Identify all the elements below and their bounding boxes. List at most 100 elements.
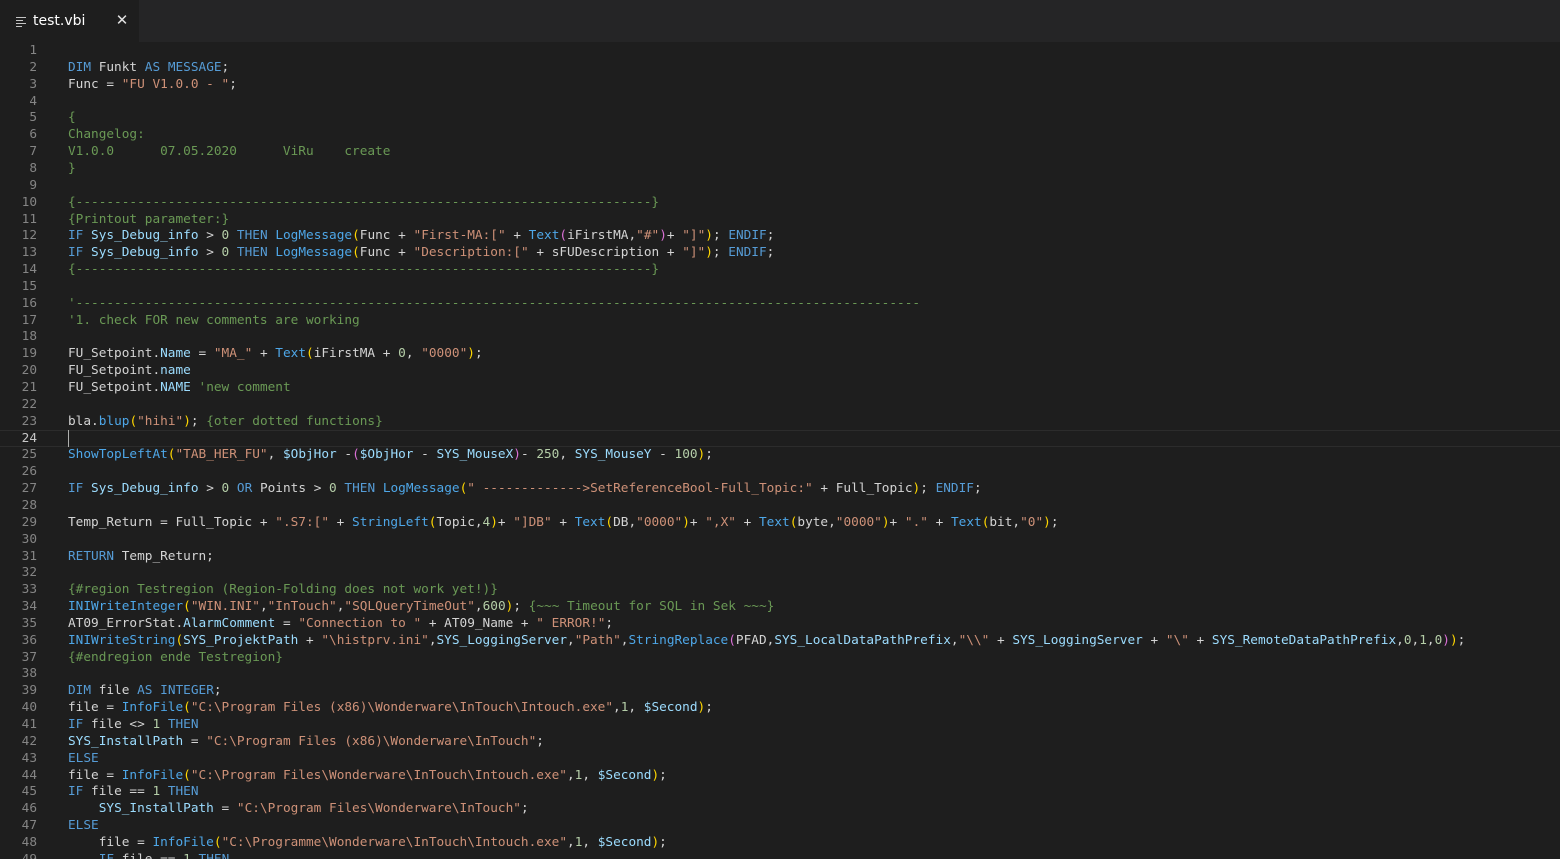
- line-number: 43: [21, 750, 37, 766]
- code-line[interactable]: 46 SYS_InstallPath = "C:\Program Files\W…: [0, 800, 1560, 817]
- code-line[interactable]: 9: [0, 177, 1560, 194]
- line-code: INIWriteInteger("WIN.INI","InTouch","SQL…: [68, 598, 774, 615]
- line-code: ShowTopLeftAt("TAB_HER_FU", $ObjHor -($O…: [68, 446, 713, 463]
- code-line[interactable]: 22: [0, 396, 1560, 413]
- code-token: bla.: [68, 413, 99, 429]
- code-token: ;: [229, 76, 237, 92]
- code-line[interactable]: 31 RETURN Temp_Return;: [0, 548, 1560, 565]
- code-token: ;: [712, 245, 729, 261]
- code-line[interactable]: 4: [0, 93, 1560, 110]
- line-code: }: [68, 160, 76, 177]
- code-token: file =: [68, 700, 122, 716]
- code-token: IF: [68, 228, 84, 244]
- code-token: ENDIF: [728, 245, 767, 261]
- line-number: 15: [21, 278, 37, 294]
- code-line[interactable]: 11 {Printout parameter:}: [0, 211, 1560, 228]
- code-token: SYS_ProjektPath: [183, 632, 299, 648]
- code-token: ;: [973, 481, 982, 497]
- code-line[interactable]: 43 ELSE: [0, 750, 1560, 767]
- code-line[interactable]: 33 {#region Testregion (Region-Folding do…: [0, 581, 1560, 598]
- code-token: "0000": [835, 514, 882, 530]
- code-line[interactable]: 13 IF Sys_Debug_info > 0 THEN LogMessage(…: [0, 244, 1560, 261]
- editor-tab[interactable]: test.vbi ✕: [0, 0, 139, 42]
- code-token: ,: [1426, 632, 1435, 648]
- code-line[interactable]: 10 {-------------------------------------…: [0, 194, 1560, 211]
- line-number: 37: [21, 649, 37, 665]
- code-line[interactable]: 2 DIM Funkt AS MESSAGE;: [0, 59, 1560, 76]
- code-token: ;: [705, 700, 713, 716]
- code-line[interactable]: 3 Func = "FU V1.0.0 - ";: [0, 76, 1560, 93]
- code-line[interactable]: 16 '-------------------------------------…: [0, 295, 1560, 312]
- code-token: -: [336, 447, 353, 463]
- code-line[interactable]: 23 bla.blup("hihi"); {oter dotted functio…: [0, 413, 1560, 430]
- code-line[interactable]: 24: [0, 429, 1560, 447]
- code-line[interactable]: 29 Temp_Return = Full_Topic + ".S7:[" + S…: [0, 514, 1560, 531]
- code-token: "FU V1.0.0 - ": [121, 76, 230, 92]
- code-line[interactable]: 12 IF Sys_Debug_info > 0 THEN LogMessage(…: [0, 227, 1560, 244]
- code-line[interactable]: 35 AT09_ErrorStat.AlarmComment = "Connect…: [0, 615, 1560, 632]
- code-line[interactable]: 1: [0, 42, 1560, 59]
- code-token: {#region Testregion (Region-Folding does…: [68, 582, 498, 598]
- line-code: SYS_InstallPath = "C:\Program Files\Wond…: [68, 800, 529, 817]
- code-line[interactable]: 15: [0, 278, 1560, 295]
- code-token: SYS_LoggingServer: [436, 632, 568, 648]
- code-line[interactable]: 47 ELSE: [0, 817, 1560, 834]
- code-token: IF: [68, 481, 84, 497]
- code-token: THEN: [236, 245, 268, 261]
- code-line[interactable]: 34 INIWriteInteger("WIN.INI","InTouch","S…: [0, 598, 1560, 615]
- code-token: 0: [1403, 632, 1412, 648]
- code-line[interactable]: 7 V1.0.0 07.05.2020 ViRu create: [0, 143, 1560, 160]
- code-line[interactable]: 32: [0, 564, 1560, 581]
- code-line[interactable]: 48 file = InfoFile("C:\Programme\Wonderw…: [0, 834, 1560, 851]
- code-token: AT09_ErrorStat.: [68, 615, 184, 631]
- line-code: DIM Funkt AS MESSAGE;: [68, 59, 229, 76]
- code-line[interactable]: 38: [0, 665, 1560, 682]
- code-line[interactable]: 49 IF file == 1 THEN: [0, 851, 1560, 859]
- line-code: RETURN Temp_Return;: [68, 548, 214, 565]
- code-line[interactable]: 44 file = InfoFile("C:\Program Files\Wond…: [0, 767, 1560, 784]
- code-line[interactable]: 27 IF Sys_Debug_info > 0 OR Points > 0 TH…: [0, 480, 1560, 497]
- code-line[interactable]: 25 ShowTopLeftAt("TAB_HER_FU", $ObjHor -(…: [0, 446, 1560, 463]
- line-code: IF Sys_Debug_info > 0 THEN LogMessage(Fu…: [68, 227, 774, 244]
- code-line[interactable]: 14 {-------------------------------------…: [0, 261, 1560, 278]
- line-code: IF file == 1 THEN: [68, 783, 199, 800]
- code-line[interactable]: 18: [0, 328, 1560, 345]
- code-token: '1. check FOR new comments are working: [68, 312, 360, 328]
- code-token: INTEGER: [160, 683, 214, 699]
- line-number: 26: [21, 464, 37, 480]
- code-token: NAME: [160, 380, 191, 395]
- code-line[interactable]: 28: [0, 497, 1560, 514]
- code-token: ",X": [705, 514, 736, 530]
- code-token: iFirstMA +: [313, 346, 399, 362]
- code-line[interactable]: 17 '1. check FOR new comments are working: [0, 312, 1560, 329]
- code-line[interactable]: 8}: [0, 160, 1560, 177]
- code-line[interactable]: 19 FU_Setpoint.Name = "MA_" + Text(iFirst…: [0, 345, 1560, 362]
- code-token: INIWriteString: [68, 632, 176, 648]
- code-line[interactable]: 39 DIM file AS INTEGER;: [0, 682, 1560, 699]
- code-token: Text: [759, 514, 790, 530]
- code-token: LogMessage: [275, 245, 353, 261]
- code-line[interactable]: 5{: [0, 109, 1560, 126]
- code-token: ;: [1457, 632, 1466, 648]
- code-line[interactable]: 20 FU_Setpoint.name: [0, 362, 1560, 379]
- code-line[interactable]: 41 IF file <> 1 THEN: [0, 716, 1560, 733]
- code-line[interactable]: 45 IF file == 1 THEN: [0, 783, 1560, 800]
- code-line[interactable]: 42 SYS_InstallPath = "C:\Program Files (x…: [0, 733, 1560, 750]
- code-line[interactable]: 26: [0, 463, 1560, 480]
- code-editor[interactable]: 1 2 DIM Funkt AS MESSAGE; 3 Func = "FU V1.0.…: [0, 42, 1560, 859]
- line-code: FU_Setpoint.Name = "MA_" + Text(iFirstMA…: [68, 345, 483, 362]
- code-line[interactable]: 37 {#endregion ende Testregion}: [0, 649, 1560, 666]
- code-token: '---------------------------------------…: [68, 295, 921, 311]
- code-line[interactable]: 36 INIWriteString(SYS_ProjektPath + "\his…: [0, 632, 1560, 649]
- code-line[interactable]: 6 Changelog:: [0, 126, 1560, 143]
- code-line[interactable]: 40 file = InfoFile("C:\Program Files (x86…: [0, 699, 1560, 716]
- close-icon[interactable]: ✕: [113, 11, 131, 29]
- code-line[interactable]: 21 FU_Setpoint.NAME 'new comment: [0, 379, 1560, 396]
- code-token: ENDIF: [935, 481, 974, 497]
- code-token: Func +: [359, 228, 414, 244]
- code-line[interactable]: 30: [0, 531, 1560, 548]
- code-token: RETURN: [68, 548, 115, 564]
